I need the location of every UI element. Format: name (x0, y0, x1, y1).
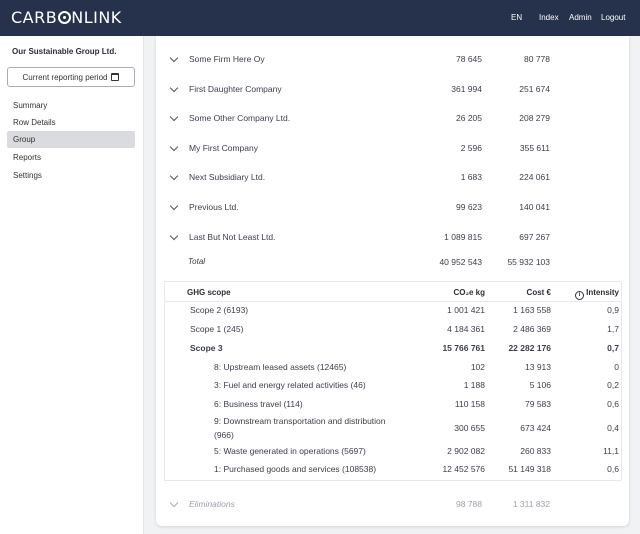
sidebar-item-summary[interactable]: Summary (7, 97, 135, 114)
header-co2e: CO₂e kg (453, 288, 485, 297)
chevron-down-icon[interactable] (169, 112, 179, 122)
reporting-period-button[interactable]: Current reporting period (7, 67, 135, 87)
company-row[interactable]: Previous Ltd. 99 623 140 041 (156, 200, 629, 216)
chevron-down-icon[interactable] (169, 201, 179, 211)
company-row[interactable]: Last But Not Least Ltd. 1 089 815 697 26… (156, 230, 629, 246)
chevron-down-icon[interactable] (169, 498, 179, 508)
reporting-period-label: Current reporting period (22, 72, 108, 82)
ghg-table-header: GHG scope CO₂e kg Cost € i Intensity (165, 282, 621, 302)
header-ghg-scope: GHG scope (187, 288, 231, 297)
company-row[interactable]: First Daughter Company 361 994 251 674 (156, 82, 629, 98)
ghg-scope-table: GHG scope CO₂e kg Cost € i Intensity Scop… (164, 281, 622, 481)
sidebar: Our Sustainable Group Ltd. Current repor… (0, 36, 144, 534)
top-navigation-bar: CARB NLINK EN Index Admin Logout (0, 0, 640, 36)
company-row[interactable]: Some Other Company Ltd. 26 205 208 279 (156, 111, 629, 127)
chevron-down-icon[interactable] (169, 53, 179, 63)
header-cost: Cost € (526, 288, 551, 297)
company-row[interactable]: My First Company 2 596 355 611 (156, 141, 629, 157)
sidebar-item-group[interactable]: Group (7, 131, 135, 148)
total-row: Total 40 952 543 55 932 103 (188, 257, 550, 267)
calendar-icon (111, 73, 120, 81)
eliminations-row[interactable]: Eliminations 98 788 1 311 832 (156, 497, 629, 513)
language-selector[interactable]: EN (511, 13, 522, 22)
nav-index-link[interactable]: Index (539, 13, 559, 22)
carbonlink-logo[interactable]: CARB NLINK (11, 8, 122, 27)
group-companies-card: Some Firm Here Oy 78 645 80 778 First Da… (156, 36, 629, 526)
nav-logout-link[interactable]: Logout (601, 13, 625, 22)
chevron-down-icon[interactable] (169, 231, 179, 241)
sidebar-item-row-details[interactable]: Row Details (7, 114, 135, 131)
chevron-down-icon[interactable] (169, 83, 179, 93)
info-icon[interactable]: i (575, 291, 585, 300)
header-intensity[interactable]: i Intensity (575, 288, 619, 300)
logo-o-mark-icon (57, 11, 71, 24)
organization-name: Our Sustainable Group Ltd. (12, 47, 117, 56)
sidebar-item-reports[interactable]: Reports (7, 149, 135, 166)
chevron-down-icon[interactable] (169, 142, 179, 152)
nav-admin-link[interactable]: Admin (569, 13, 592, 22)
chevron-down-icon[interactable] (169, 171, 179, 181)
company-row[interactable]: Some Firm Here Oy 78 645 80 778 (156, 52, 629, 68)
company-row[interactable]: Next Subsidiary Ltd. 1 683 224 061 (156, 170, 629, 186)
sidebar-item-settings[interactable]: Settings (7, 167, 135, 184)
